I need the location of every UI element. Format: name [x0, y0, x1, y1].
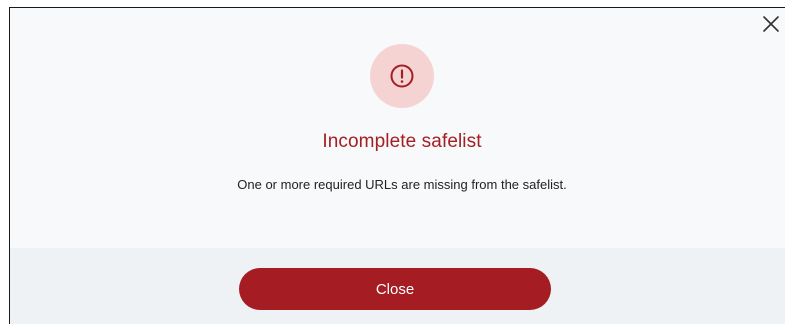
- exclamation-circle-icon: [390, 64, 414, 88]
- close-icon[interactable]: [761, 14, 781, 34]
- close-button[interactable]: Close: [239, 268, 551, 310]
- incomplete-safelist-dialog: Incomplete safelist One or more required…: [9, 7, 785, 324]
- dialog-message: One or more required URLs are missing fr…: [237, 177, 567, 192]
- dialog-body: Incomplete safelist One or more required…: [10, 8, 785, 248]
- dialog-footer: Close: [10, 248, 785, 324]
- dialog-title: Incomplete safelist: [322, 131, 482, 152]
- alert-badge: [370, 44, 434, 108]
